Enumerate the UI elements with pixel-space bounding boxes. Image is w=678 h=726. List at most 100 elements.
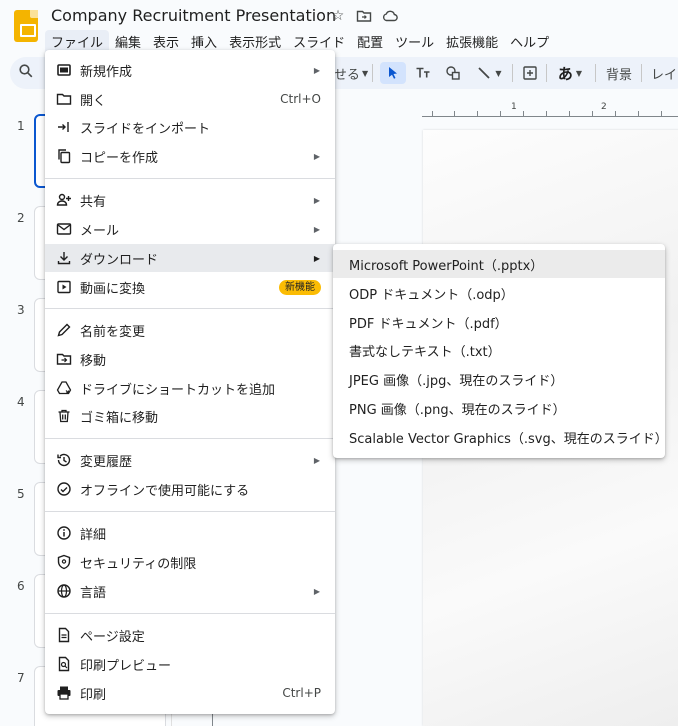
title-actions: ☆ [329, 7, 399, 25]
offline-icon [55, 480, 73, 498]
line-tool-button[interactable]: ▼ [470, 62, 508, 84]
menu-item-label: 共有 [80, 194, 107, 210]
ruler-tick [432, 111, 433, 116]
zoom-dropdown-label: せる [333, 67, 360, 83]
menu-item-details[interactable]: 詳細 [45, 519, 335, 547]
input-tools-label: あ [557, 64, 573, 83]
menu-divider [45, 178, 335, 179]
menu-divider [45, 438, 335, 439]
download-odp[interactable]: ODP ドキュメント（.odp） [333, 279, 665, 307]
globe-icon [55, 582, 73, 600]
menu-item-share[interactable]: 共有 ▶ [45, 186, 335, 214]
download-png[interactable]: PNG 画像（.png、現在のスライド） [333, 394, 665, 422]
image-shape-button[interactable] [440, 62, 466, 84]
search-menus-icon[interactable] [18, 63, 34, 83]
toolbar-divider [546, 64, 547, 82]
menu-item-version-history[interactable]: 変更履歴 ▶ [45, 446, 335, 474]
submenu-item-label: ODP ドキュメント（.odp） [349, 287, 514, 303]
zoom-dropdown[interactable]: せる ▼ [333, 62, 368, 84]
history-icon [55, 451, 73, 469]
input-tools-button[interactable]: あ ▼ [552, 62, 588, 84]
menu-item-open[interactable]: 開く Ctrl+O [45, 85, 335, 113]
person-add-icon [55, 191, 73, 209]
download-submenu: Microsoft PowerPoint（.pptx） ODP ドキュメント（.… [333, 244, 668, 458]
menu-item-label: メール [80, 223, 120, 239]
menu-item-import-slides[interactable]: スライドをインポート [45, 113, 335, 141]
ruler-tick [592, 111, 593, 116]
menu-item-label: 印刷プレビュー [80, 658, 172, 674]
menu-item-make-copy[interactable]: コピーを作成 ▶ [45, 142, 335, 170]
toolbar-divider [372, 64, 373, 82]
submenu-item-label: Scalable Vector Graphics（.svg、現在のスライド） [349, 431, 668, 447]
shortcut-label: Ctrl+P [282, 686, 321, 700]
menu-item-label: ダウンロード [80, 252, 159, 268]
trash-icon [55, 407, 73, 425]
add-comment-button[interactable] [518, 62, 542, 84]
download-txt[interactable]: 書式なしテキスト（.txt） [333, 336, 665, 364]
submenu-arrow-icon: ▶ [313, 195, 320, 205]
menu-divider [45, 308, 335, 309]
submenu-arrow-icon: ▶ [313, 65, 320, 75]
slide-number: 5 [17, 487, 25, 501]
move-folder-icon[interactable] [355, 7, 373, 25]
background-button[interactable]: 背景 [603, 62, 635, 84]
submenu-arrow-icon: ▶ [313, 253, 320, 263]
menu-item-security-limits[interactable]: セキュリティの制限 [45, 548, 335, 576]
slides-logo[interactable] [14, 10, 38, 42]
menu-item-convert-to-video[interactable]: 動画に変換 新機能 [45, 273, 335, 301]
download-pptx[interactable]: Microsoft PowerPoint（.pptx） [333, 250, 665, 278]
info-icon [55, 524, 73, 542]
submenu-item-label: PNG 画像（.png、現在のスライド） [349, 402, 566, 418]
menu-item-rename[interactable]: 名前を変更 [45, 316, 335, 344]
ruler-tick [546, 111, 547, 116]
menu-item-print-preview[interactable]: 印刷プレビュー [45, 650, 335, 678]
select-tool-button[interactable] [380, 62, 406, 84]
download-svg[interactable]: Scalable Vector Graphics（.svg、現在のスライド） [333, 423, 668, 451]
download-pdf[interactable]: PDF ドキュメント（.pdf） [333, 308, 665, 336]
slide-number: 7 [17, 671, 25, 685]
menu-extensions[interactable]: 拡張機能 [440, 30, 504, 54]
cloud-status-icon[interactable] [381, 7, 399, 25]
menu-item-label: 新規作成 [80, 64, 133, 80]
slide-number: 2 [17, 211, 25, 225]
ruler-tick [638, 111, 639, 116]
menu-item-make-available-offline[interactable]: オフラインで使用可能にする [45, 475, 335, 503]
download-jpg[interactable]: JPEG 画像（.jpg、現在のスライド） [333, 365, 665, 393]
ruler-baseline [422, 116, 678, 117]
ruler-tick [569, 111, 570, 116]
submenu-item-label: Microsoft PowerPoint（.pptx） [349, 258, 544, 274]
ruler-tick [454, 111, 455, 116]
document-title[interactable]: Company Recruitment Presentation [51, 6, 336, 25]
menu-divider [45, 511, 335, 512]
shield-icon [55, 553, 73, 571]
star-icon[interactable]: ☆ [329, 7, 347, 25]
menu-item-print[interactable]: 印刷 Ctrl+P [45, 679, 335, 707]
menu-item-move-to-trash[interactable]: ゴミ箱に移動 [45, 402, 335, 430]
menu-item-label: 言語 [80, 585, 107, 601]
text-box-button[interactable] [410, 62, 436, 84]
layout-button[interactable]: レイ [651, 62, 678, 84]
menu-item-label: 変更履歴 [80, 454, 133, 470]
menu-item-new[interactable]: 新規作成 ▶ [45, 56, 335, 84]
menu-item-download[interactable]: ダウンロード ▶ [45, 244, 335, 272]
shortcut-label: Ctrl+O [280, 92, 321, 106]
submenu-arrow-icon: ▶ [313, 151, 320, 161]
download-icon [55, 249, 73, 267]
toolbar-divider [595, 64, 596, 82]
menu-item-label: 移動 [80, 353, 107, 369]
menu-item-page-setup[interactable]: ページ設定 [45, 621, 335, 649]
cursor-icon [389, 67, 397, 79]
menu-item-language[interactable]: 言語 ▶ [45, 577, 335, 605]
ruler-tick [477, 111, 478, 116]
menu-item-add-shortcut[interactable]: ドライブにショートカットを追加 [45, 374, 335, 402]
menu-item-label: ゴミ箱に移動 [80, 410, 159, 426]
menu-item-move[interactable]: 移動 [45, 345, 335, 373]
menu-help[interactable]: ヘルプ [504, 30, 555, 54]
print-preview-icon [55, 655, 73, 673]
menu-arrange[interactable]: 配置 [351, 30, 389, 54]
submenu-item-label: JPEG 画像（.jpg、現在のスライド） [349, 373, 564, 389]
menu-tools[interactable]: ツール [389, 30, 440, 54]
submenu-arrow-icon: ▶ [313, 455, 320, 465]
pencil-icon [55, 321, 73, 339]
menu-item-email[interactable]: メール ▶ [45, 215, 335, 243]
